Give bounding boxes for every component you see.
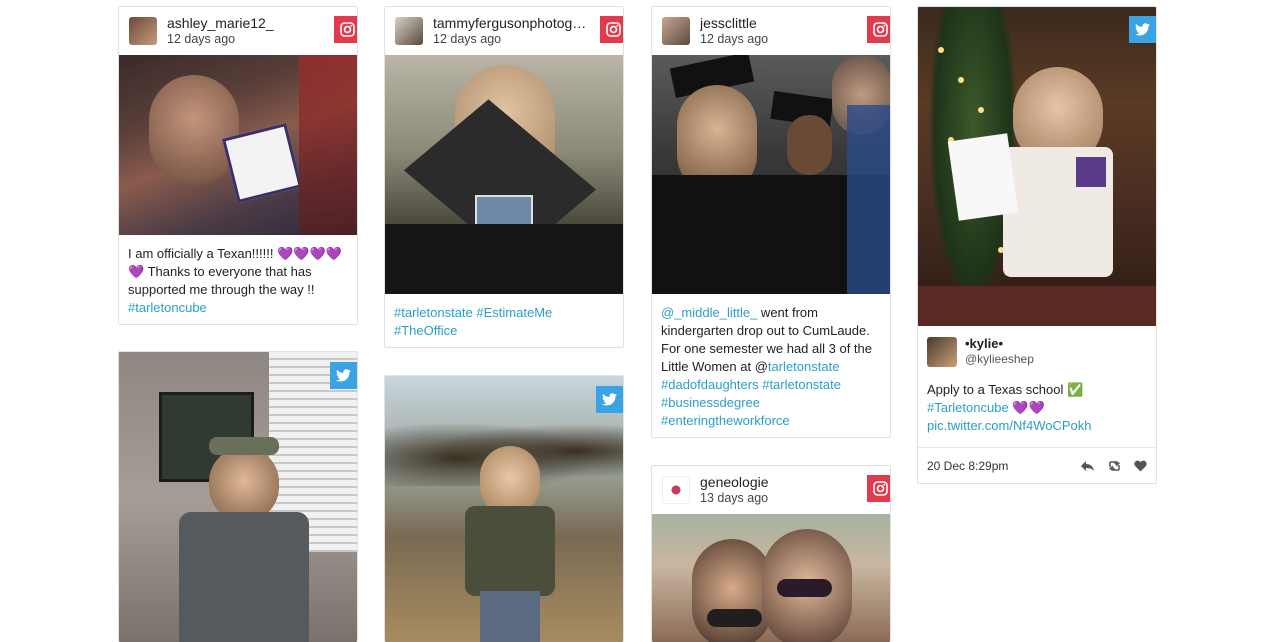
post-caption: Apply to a Texas school ✅ #Tarletoncube … [918,367,1156,445]
avatar[interactable] [927,336,957,367]
twitter-icon[interactable] [1129,16,1156,43]
post-image[interactable] [119,352,357,642]
retweet-icon[interactable] [1107,460,1122,472]
timestamp: 13 days ago [700,490,769,505]
hashtag-link[interactable]: #tarletonstate [762,377,841,392]
hashtag-link[interactable]: @_middle_little_ [661,305,757,320]
twitter-icon[interactable] [596,386,623,413]
avatar[interactable] [662,17,690,45]
post-caption: @_middle_little_ went from kindergarten … [652,294,890,437]
twitter-icon[interactable] [330,362,357,389]
post-image[interactable] [385,55,623,294]
post-image[interactable] [918,7,1156,326]
hashtag-link[interactable]: #enteringtheworkforce [661,413,790,428]
post-card[interactable]: ashley_marie12_ 12 days ago I am officia… [118,6,358,325]
post-card[interactable]: •kylie• @kylieeshep Apply to a Texas sch… [917,6,1157,484]
post-card[interactable]: jessclittle 12 days ago @_middle_little_… [651,6,891,438]
post-card[interactable]: geneologie 13 days ago [651,465,891,642]
tweet-user[interactable]: •kylie• @kylieeshep [918,326,1156,367]
post-card[interactable]: tammyfergusonphotog… 12 days ago #tarlet… [384,6,624,348]
timestamp: 12 days ago [700,31,769,46]
hashtag-link[interactable]: #dadofdaughters [661,377,759,392]
post-image[interactable] [385,376,623,642]
logo-icon [667,484,685,496]
hashtag-link[interactable]: #EstimateMe [476,305,552,320]
caption-text: Apply to a Texas school ✅ [927,382,1084,398]
post-header: tammyfergusonphotog… 12 days ago [385,7,623,55]
hashtag-link[interactable]: tarletonstate [768,359,840,374]
instagram-icon[interactable] [600,16,623,43]
post-header: geneologie 13 days ago [652,466,890,514]
post-card[interactable] [384,375,624,642]
caption-text: I am officially a Texan!!!!!! 💜💜💜💜💜 Than… [128,246,342,297]
instagram-icon[interactable] [867,16,890,43]
timestamp: 12 days ago [433,31,502,46]
hashtag-link[interactable]: #Tarletoncube [927,400,1009,415]
instagram-icon[interactable] [867,475,890,502]
avatar[interactable] [662,476,690,504]
tweet-date[interactable]: 20 Dec 8:29pm [927,459,1008,473]
avatar[interactable] [129,17,157,45]
hashtag-link[interactable]: #TheOffice [394,323,457,338]
username[interactable]: ashley_marie12_ [167,15,274,32]
post-image[interactable] [652,55,890,294]
caption-text: 💜💜 [1008,400,1045,416]
username[interactable]: geneologie [700,474,769,491]
username[interactable]: tammyfergusonphotog… [433,15,586,32]
avatar[interactable] [395,17,423,45]
hashtag-link[interactable]: #businessdegree [661,395,760,410]
hashtag-link[interactable]: #tarletonstate [394,305,473,320]
post-card[interactable] [118,351,358,642]
timestamp: 12 days ago [167,31,236,46]
post-caption: #tarletonstate #EstimateMe #TheOffice [385,294,623,347]
like-icon[interactable] [1134,460,1147,472]
reply-icon[interactable] [1080,460,1095,472]
post-header: ashley_marie12_ 12 days ago [119,7,357,55]
post-caption: I am officially a Texan!!!!!! 💜💜💜💜💜 Than… [119,235,357,324]
tweet-display-name[interactable]: •kylie• [965,336,1034,352]
post-image[interactable] [119,55,357,235]
post-header: jessclittle 12 days ago [652,7,890,55]
instagram-icon[interactable] [334,16,357,43]
tweet-footer: 20 Dec 8:29pm [918,447,1156,483]
post-image[interactable] [652,514,890,642]
hashtag-link[interactable]: #tarletoncube [128,300,207,315]
hashtag-link[interactable]: pic.twitter.com/Nf4WoCPokh [927,418,1091,433]
tweet-handle[interactable]: @kylieeshep [965,352,1034,367]
username[interactable]: jessclittle [700,15,768,32]
